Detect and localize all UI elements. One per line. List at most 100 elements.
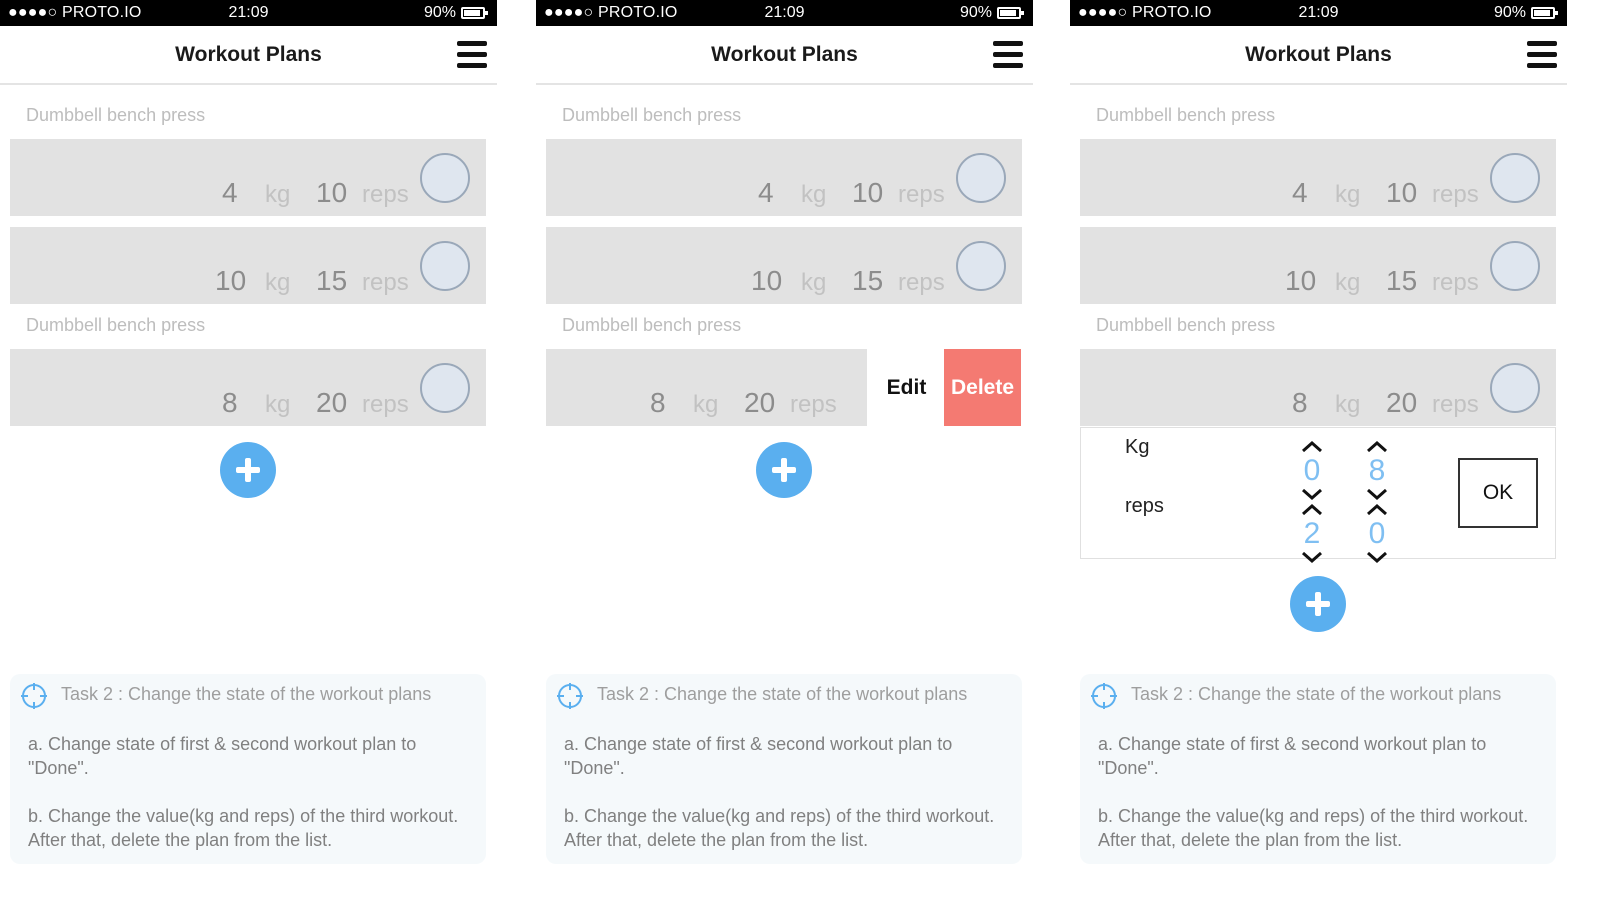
section-title: Dumbbell bench press <box>562 105 742 125</box>
ok-button[interactable]: OK <box>1458 458 1538 528</box>
clock: 21:09 <box>764 4 805 21</box>
app-header: Workout Plans <box>0 26 497 85</box>
reps-digit: 2 <box>1303 517 1321 550</box>
page-title: Workout Plans <box>1245 43 1392 66</box>
chevron-up-icon[interactable] <box>1366 440 1388 453</box>
workout-row-swiped[interactable]: 8 kg 20 reps <box>546 349 867 426</box>
kg-digit: 0 <box>1303 454 1321 487</box>
kg-unit: kg <box>265 269 291 296</box>
reps-unit: reps <box>898 181 945 208</box>
reps-unit: reps <box>1432 269 1479 296</box>
reps-digit-picker[interactable]: 2 <box>1299 503 1325 565</box>
battery-percent: 90% <box>1493 4 1526 21</box>
phone-screen-3: ●●●●○ PROTO.IO 21:09 90% Workout Plans D… <box>1070 0 1567 904</box>
kg-digit-picker[interactable]: 0 <box>1299 440 1325 502</box>
kg-unit: kg <box>801 269 827 296</box>
kg-unit: kg <box>801 181 827 208</box>
reps-value: 15 <box>316 265 348 296</box>
task-step-b: b. Change the value(kg and reps) of the … <box>28 806 459 850</box>
kg-unit: kg <box>265 391 291 418</box>
kg-value: 10 <box>751 265 783 296</box>
reps-digit-picker[interactable]: 0 <box>1364 503 1390 565</box>
done-toggle[interactable] <box>420 363 470 413</box>
task-step-a: a. Change state of first & second workou… <box>564 734 953 778</box>
workout-row[interactable]: 8 kg 20 reps <box>1080 349 1556 426</box>
chevron-up-icon[interactable] <box>1301 440 1323 453</box>
kg-unit: kg <box>1335 269 1361 296</box>
done-toggle[interactable] <box>1490 241 1540 291</box>
kg-value: 10 <box>1285 265 1317 296</box>
done-toggle[interactable] <box>420 241 470 291</box>
battery: 90% <box>959 4 1024 22</box>
status-bar: ●●●●○ PROTO.IO 21:09 90% <box>536 0 1033 26</box>
workout-row[interactable]: 4 kg 10 reps <box>10 139 486 216</box>
reps-unit: reps <box>362 269 409 296</box>
phone-screen-2: ●●●●○ PROTO.IO 21:09 90% Workout Plans D… <box>536 0 1033 904</box>
reps-value: 20 <box>744 387 776 418</box>
hamburger-menu-icon[interactable] <box>993 41 1023 69</box>
done-toggle[interactable] <box>1490 363 1540 413</box>
task-card: Task 2 : Change the state of the workout… <box>1080 674 1556 864</box>
battery-percent: 90% <box>959 4 992 21</box>
section-title: Dumbbell bench press <box>562 315 742 335</box>
task-card: Task 2 : Change the state of the workout… <box>10 674 486 864</box>
kg-unit: kg <box>265 181 291 208</box>
battery: 90% <box>424 4 488 22</box>
kg-unit: kg <box>1335 391 1361 418</box>
chevron-down-icon[interactable] <box>1301 551 1323 564</box>
chevron-up-icon[interactable] <box>1301 503 1323 516</box>
reps-value: 20 <box>316 387 348 418</box>
status-bar: ●●●●○ PROTO.IO 21:09 90% <box>1070 0 1567 26</box>
section-title: Dumbbell bench press <box>26 105 206 125</box>
workout-row[interactable]: 10 kg 15 reps <box>1080 227 1556 304</box>
done-toggle[interactable] <box>1490 153 1540 203</box>
section-title: Dumbbell bench press <box>1096 105 1276 125</box>
reps-unit: reps <box>790 391 837 418</box>
kg-label: Kg <box>1125 436 1150 458</box>
chevron-down-icon[interactable] <box>1366 551 1388 564</box>
done-toggle[interactable] <box>420 153 470 203</box>
reps-value: 10 <box>1386 177 1418 208</box>
kg-digit-picker[interactable]: 8 <box>1364 440 1390 502</box>
crosshair-icon <box>557 683 583 709</box>
app-header: Workout Plans <box>1070 26 1567 85</box>
kg-value: 4 <box>1292 177 1308 208</box>
app-header: Workout Plans <box>536 26 1033 85</box>
reps-value: 10 <box>316 177 348 208</box>
workout-row[interactable]: 8 kg 20 reps <box>10 349 486 426</box>
clock: 21:09 <box>228 4 269 21</box>
task-title: Task 2 : Change the state of the workout… <box>597 684 968 704</box>
workout-row[interactable]: 4 kg 10 reps <box>1080 139 1556 216</box>
reps-unit: reps <box>362 181 409 208</box>
delete-button[interactable]: Delete <box>944 349 1021 426</box>
workout-row[interactable]: 10 kg 15 reps <box>10 227 486 304</box>
status-bar: ●●●●○ PROTO.IO 21:09 90% <box>0 0 497 26</box>
chevron-down-icon[interactable] <box>1366 488 1388 501</box>
kg-value: 8 <box>650 387 666 418</box>
phone-screen-1: ●●●●○ PROTO.IO 21:09 90% Workout Plans D… <box>0 0 497 904</box>
add-plan-button[interactable] <box>1290 576 1346 632</box>
reps-unit: reps <box>898 269 945 296</box>
battery: 90% <box>1493 4 1558 22</box>
kg-value: 4 <box>222 177 238 208</box>
done-toggle[interactable] <box>956 241 1006 291</box>
workout-row[interactable]: 4 kg 10 reps <box>546 139 1022 216</box>
done-toggle[interactable] <box>956 153 1006 203</box>
edit-button[interactable]: Edit <box>869 349 944 426</box>
chevron-down-icon[interactable] <box>1301 488 1323 501</box>
page-title: Workout Plans <box>175 43 322 66</box>
reps-label: reps <box>1125 495 1164 517</box>
add-plan-button[interactable] <box>756 442 812 498</box>
hamburger-menu-icon[interactable] <box>457 41 487 69</box>
kg-unit: kg <box>1335 181 1361 208</box>
battery-icon <box>997 7 1024 19</box>
reps-unit: reps <box>362 391 409 418</box>
chevron-up-icon[interactable] <box>1366 503 1388 516</box>
section-title: Dumbbell bench press <box>1096 315 1276 335</box>
hamburger-menu-icon[interactable] <box>1527 41 1557 69</box>
battery-icon <box>1531 7 1558 19</box>
workout-row[interactable]: 10 kg 15 reps <box>546 227 1022 304</box>
kg-unit: kg <box>693 391 719 418</box>
add-plan-button[interactable] <box>220 442 276 498</box>
reps-value: 15 <box>852 265 884 296</box>
